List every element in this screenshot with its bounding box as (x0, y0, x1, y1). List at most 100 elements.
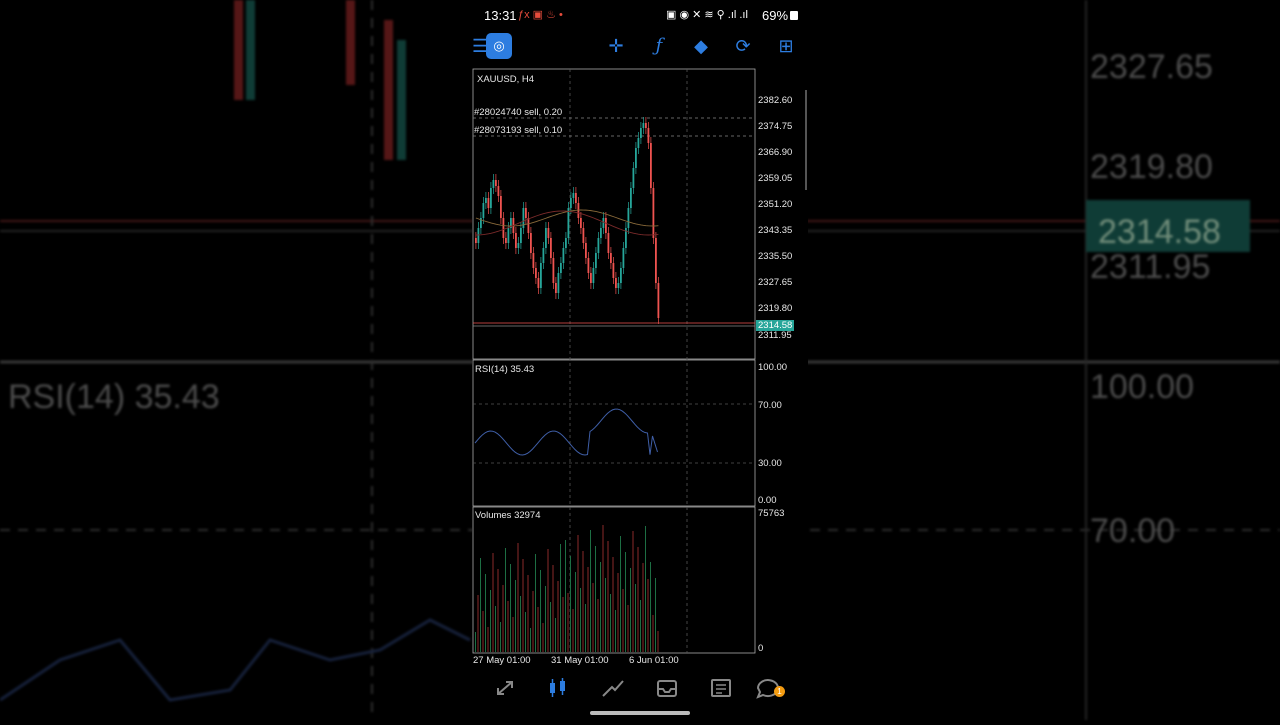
volume-bar (547, 549, 549, 652)
volume-bar (510, 564, 511, 652)
volume-bar (537, 607, 539, 652)
volume-bar (642, 563, 644, 652)
order-label-2[interactable]: #28073193 sell, 0.10 (474, 125, 562, 136)
system-icons: ▣ ◉ ✕ ≋ ⚲ .ıl .ıl (666, 9, 748, 21)
candle-body (645, 123, 647, 128)
volume-bar (627, 605, 629, 652)
news-icon[interactable] (708, 676, 734, 700)
price-level: 2311.95 (758, 330, 792, 341)
price-level: 2374.75 (758, 121, 793, 132)
candle-body (640, 128, 642, 138)
candle-body (550, 238, 552, 258)
volume-bar (517, 543, 519, 652)
timeframe-icon[interactable]: ⟳ (732, 35, 754, 57)
crosshair-icon[interactable]: ✛ (605, 35, 627, 57)
rsi-pane-frame (472, 359, 756, 507)
volume-bar (482, 611, 484, 652)
add-template-icon[interactable]: ⊞ (775, 35, 797, 57)
candle-body (565, 238, 567, 248)
volume-bar (530, 628, 531, 652)
order-label-1[interactable]: #28024740 sell, 0.20 (474, 107, 562, 118)
volume-bar (652, 615, 654, 652)
candle-body (532, 253, 535, 268)
candle-body (637, 138, 640, 148)
objects-icon[interactable]: ◆ (690, 35, 712, 57)
volume-bar (630, 568, 631, 652)
price-level: 2382.60 (758, 95, 793, 106)
volume-bar (562, 597, 564, 652)
volume-bar (567, 593, 569, 652)
candle-body (575, 193, 577, 203)
volume-bar (625, 552, 626, 652)
quotes-icon[interactable] (493, 676, 519, 700)
candle-body (602, 218, 605, 228)
candle-body (502, 218, 505, 238)
volume-bars (475, 525, 659, 652)
candle-body (607, 233, 610, 253)
volume-bar (477, 595, 479, 652)
bg-rsi-100: 100.00 (1090, 368, 1194, 406)
status-time: 13:31 (484, 8, 517, 23)
volume-bar (492, 553, 494, 652)
candles (475, 117, 660, 324)
candle-body (580, 218, 582, 228)
volume-bar (552, 565, 554, 652)
volume-bar (572, 609, 574, 652)
candle-body (605, 218, 607, 233)
volume-bar (657, 631, 659, 652)
bottom-navigation: 1 (472, 676, 808, 700)
volume-bar (645, 526, 646, 652)
symbol-label: XAUUSD, H4 (477, 74, 535, 85)
volume-bar (545, 586, 546, 652)
volume-bar (512, 617, 514, 652)
menu-icon[interactable]: ☰ (472, 35, 488, 57)
scrollbar[interactable] (805, 90, 807, 190)
candle-body (655, 238, 657, 283)
candle-body (482, 203, 485, 218)
volume-bar (525, 612, 526, 652)
app-logo-icon[interactable]: ◎ (486, 33, 512, 59)
messages-icon[interactable]: 1 (755, 676, 785, 700)
trade-icon[interactable] (600, 676, 626, 700)
candle-body (595, 253, 597, 268)
candle-body (515, 233, 517, 248)
candle-body (560, 263, 562, 273)
home-indicator[interactable] (590, 711, 690, 715)
candle-body (497, 186, 500, 196)
volume-bar (497, 569, 499, 652)
bg-price-2: 2319.80 (1090, 148, 1213, 186)
volume-bar (575, 572, 576, 652)
volume-bar (490, 590, 491, 652)
volume-bar (632, 531, 634, 652)
candle-body (597, 238, 600, 253)
volume-bar (622, 589, 624, 652)
volume-level: 75763 (758, 508, 785, 519)
chart-area[interactable]: XAUUSD, H4 #28024740 sell, 0.20 #2807319… (472, 68, 808, 670)
volume-bar (520, 596, 521, 652)
indicator-icon[interactable]: ƒ (648, 35, 670, 57)
volume-bar (502, 585, 504, 652)
volume-bar (602, 525, 604, 652)
candle-body (562, 248, 565, 263)
volume-bar (600, 562, 601, 652)
candle-body (547, 228, 550, 238)
date-label: 6 Jun 01:00 (629, 655, 679, 666)
candle-body (545, 228, 547, 248)
candle-body (517, 243, 520, 248)
volume-bar (590, 530, 591, 652)
chart-icon[interactable] (546, 676, 572, 700)
candle-body (555, 283, 557, 293)
volume-bar (565, 540, 566, 652)
volume-bar (487, 627, 489, 652)
volume-bar (550, 602, 551, 652)
candle-body (492, 180, 495, 188)
volume-bar (620, 536, 621, 652)
candle-body (535, 268, 537, 278)
history-icon[interactable] (654, 676, 680, 700)
candle-body (557, 273, 560, 293)
volume-bar (635, 584, 636, 652)
volume-bar (540, 570, 541, 652)
volume-bar (500, 622, 501, 652)
candle-body (542, 248, 545, 263)
candle-body (600, 228, 602, 238)
